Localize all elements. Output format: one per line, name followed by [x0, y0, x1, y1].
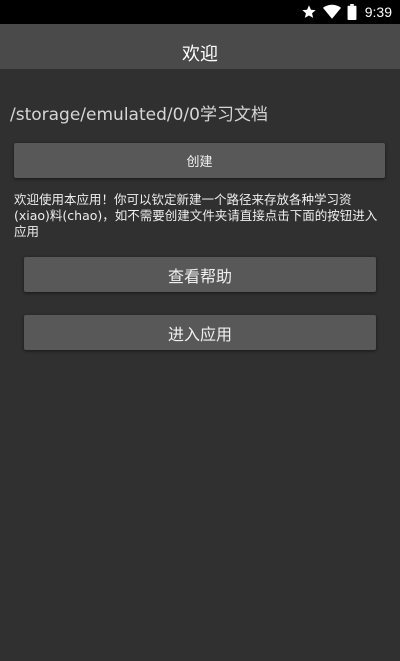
status-time: 9:39: [364, 4, 392, 20]
page-title: 欢迎: [182, 43, 218, 65]
app-bar: 欢迎: [0, 24, 400, 69]
enter-app-button[interactable]: 进入应用: [24, 315, 376, 350]
star-icon: [301, 4, 317, 20]
intro-text: 欢迎使用本应用！你可以钦定新建一个路径来存放各种学习资(xiao)料(chao)…: [14, 192, 378, 239]
battery-icon: [347, 4, 357, 20]
status-icons: 9:39: [301, 0, 392, 24]
view-help-button[interactable]: 查看帮助: [24, 257, 376, 292]
storage-path: /storage/emulated/0/0学习文档: [10, 105, 268, 125]
wifi-icon: [322, 4, 341, 20]
status-bar: 9:39: [0, 0, 400, 24]
create-button[interactable]: 创建: [14, 143, 385, 178]
